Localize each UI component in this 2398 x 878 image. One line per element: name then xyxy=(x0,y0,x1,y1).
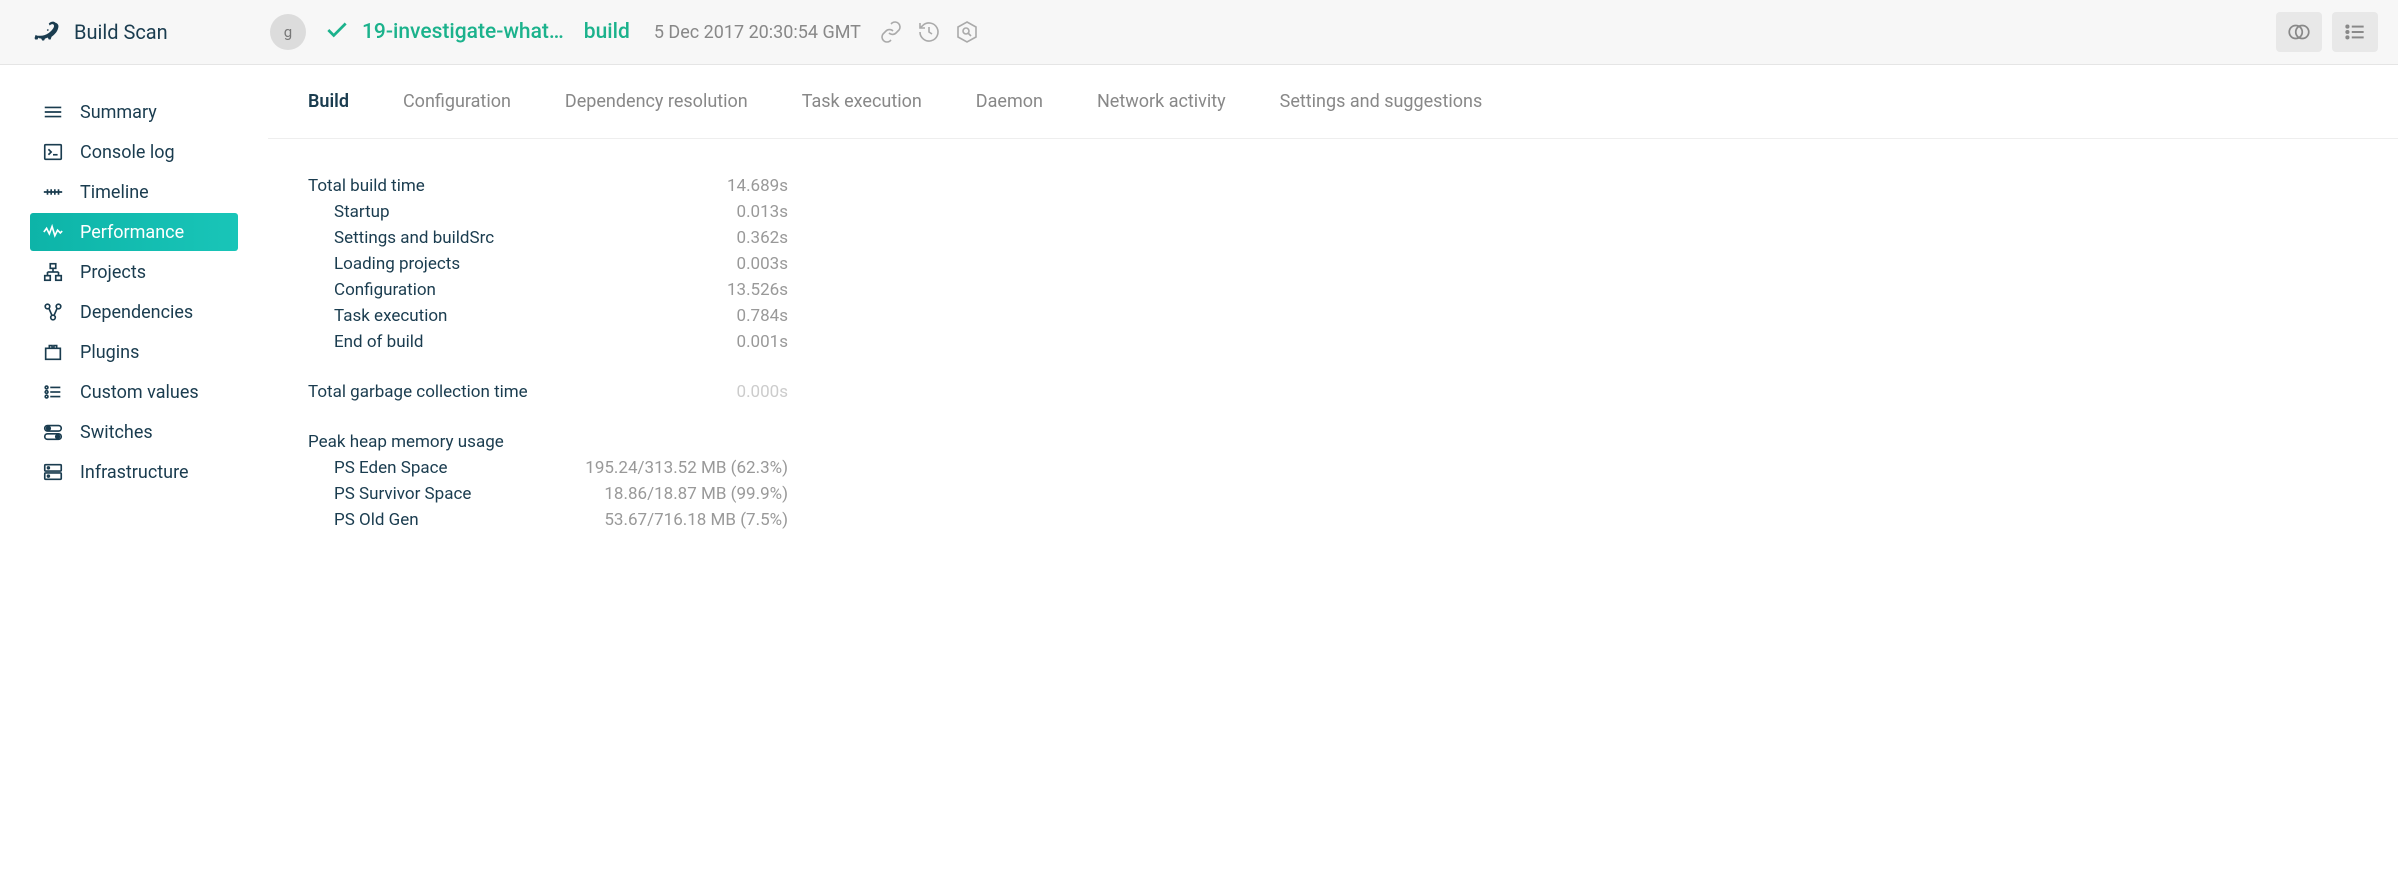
metric-label: PS Old Gen xyxy=(308,510,419,530)
metric-value: 0.362s xyxy=(737,228,788,248)
tab-daemon[interactable]: Daemon xyxy=(976,91,1043,112)
ps-eden-row: PS Eden Space 195.24/313.52 MB (62.3%) xyxy=(308,455,788,481)
sidebar-item-label: Console log xyxy=(80,142,175,163)
configuration-row: Configuration 13.526s xyxy=(308,277,788,303)
timeline-icon xyxy=(42,181,64,203)
sidebar-item-console-log[interactable]: Console log xyxy=(30,133,238,171)
branch-name[interactable]: 19-investigate-what… xyxy=(362,20,564,44)
performance-tabs: Build Configuration Dependency resolutio… xyxy=(268,65,2398,139)
sidebar: Summary Console log Timeline Performance… xyxy=(0,65,268,533)
success-check-icon xyxy=(324,17,350,47)
sidebar-item-infrastructure[interactable]: Infrastructure xyxy=(30,453,238,491)
startup-row: Startup 0.013s xyxy=(308,199,788,225)
metric-value: 13.526s xyxy=(727,280,788,300)
summary-icon xyxy=(42,101,64,123)
sidebar-item-label: Timeline xyxy=(80,182,149,203)
metric-value: 14.689s xyxy=(727,176,788,196)
metric-value: 18.86/18.87 MB (99.9%) xyxy=(604,484,788,504)
link-icon[interactable] xyxy=(879,20,903,44)
topbar: Build Scan g 19-investigate-what… build … xyxy=(0,0,2398,65)
metric-label: Peak heap memory usage xyxy=(308,432,504,452)
tab-network-activity[interactable]: Network activity xyxy=(1097,91,1226,112)
task-name[interactable]: build xyxy=(584,20,630,44)
sidebar-item-performance[interactable]: Performance xyxy=(30,213,238,251)
sidebar-item-switches[interactable]: Switches xyxy=(30,413,238,451)
end-of-build-row: End of build 0.001s xyxy=(308,329,788,355)
ps-old-gen-row: PS Old Gen 53.67/716.18 MB (7.5%) xyxy=(308,507,788,533)
total-build-time-row: Total build time 14.689s xyxy=(308,173,788,199)
switches-icon xyxy=(42,421,64,443)
metric-value: 0.003s xyxy=(737,254,788,274)
console-icon xyxy=(42,141,64,163)
sidebar-item-label: Summary xyxy=(80,102,157,123)
sidebar-item-summary[interactable]: Summary xyxy=(30,93,238,131)
peak-heap-header-row: Peak heap memory usage xyxy=(308,429,788,455)
loading-projects-row: Loading projects 0.003s xyxy=(308,251,788,277)
sidebar-item-label: Infrastructure xyxy=(80,462,189,483)
sidebar-item-custom-values[interactable]: Custom values xyxy=(30,373,238,411)
sidebar-item-plugins[interactable]: Plugins xyxy=(30,333,238,371)
tab-task-execution[interactable]: Task execution xyxy=(802,91,922,112)
list-view-button[interactable] xyxy=(2332,12,2378,52)
metric-label: PS Survivor Space xyxy=(308,484,471,504)
metrics-panel: Total build time 14.689s Startup 0.013s … xyxy=(268,139,788,533)
metric-value: 195.24/313.52 MB (62.3%) xyxy=(585,458,788,478)
dependencies-icon xyxy=(42,301,64,323)
metric-value: 53.67/716.18 MB (7.5%) xyxy=(604,510,788,530)
infrastructure-icon xyxy=(42,461,64,483)
metric-label: Startup xyxy=(308,202,390,222)
search-hex-icon[interactable] xyxy=(955,20,979,44)
metric-label: Settings and buildSrc xyxy=(308,228,494,248)
metric-label: Loading projects xyxy=(308,254,460,274)
sidebar-item-timeline[interactable]: Timeline xyxy=(30,173,238,211)
history-icon[interactable] xyxy=(917,20,941,44)
metric-value: 0.001s xyxy=(737,332,788,352)
metric-label: Total build time xyxy=(308,176,425,196)
task-execution-row: Task execution 0.784s xyxy=(308,303,788,329)
gradle-elephant-icon xyxy=(30,17,60,47)
tab-dependency-resolution[interactable]: Dependency resolution xyxy=(565,91,748,112)
ps-survivor-row: PS Survivor Space 18.86/18.87 MB (99.9%) xyxy=(308,481,788,507)
metric-value: 0.013s xyxy=(737,202,788,222)
logo-area: Build Scan xyxy=(30,17,270,47)
gc-time-row: Total garbage collection time 0.000s xyxy=(308,379,788,405)
projects-icon xyxy=(42,261,64,283)
metric-label: Task execution xyxy=(308,306,447,326)
sidebar-item-label: Dependencies xyxy=(80,302,193,323)
metric-value: 0.784s xyxy=(737,306,788,326)
metric-label: Total garbage collection time xyxy=(308,382,528,402)
tab-configuration[interactable]: Configuration xyxy=(403,91,511,112)
metric-label: Configuration xyxy=(308,280,436,300)
sidebar-item-label: Plugins xyxy=(80,342,139,363)
build-timestamp: 5 Dec 2017 20:30:54 GMT xyxy=(654,22,861,43)
compare-view-button[interactable] xyxy=(2276,12,2322,52)
sidebar-item-label: Performance xyxy=(80,222,184,243)
avatar[interactable]: g xyxy=(270,14,306,50)
sidebar-item-projects[interactable]: Projects xyxy=(30,253,238,291)
tab-build[interactable]: Build xyxy=(308,91,349,112)
performance-icon xyxy=(42,221,64,243)
metric-label: PS Eden Space xyxy=(308,458,448,478)
metric-value: 0.000s xyxy=(737,382,788,402)
sidebar-item-label: Custom values xyxy=(80,382,199,403)
sidebar-item-label: Projects xyxy=(80,262,146,283)
header-action-icons xyxy=(879,20,979,44)
main-content: Build Configuration Dependency resolutio… xyxy=(268,65,2398,533)
tab-settings-suggestions[interactable]: Settings and suggestions xyxy=(1280,91,1483,112)
view-mode-buttons xyxy=(2276,12,2378,52)
custom-values-icon xyxy=(42,381,64,403)
sidebar-item-label: Switches xyxy=(80,422,153,443)
avatar-initial: g xyxy=(284,23,292,41)
plugins-icon xyxy=(42,341,64,363)
metric-label: End of build xyxy=(308,332,423,352)
settings-buildsrc-row: Settings and buildSrc 0.362s xyxy=(308,225,788,251)
sidebar-item-dependencies[interactable]: Dependencies xyxy=(30,293,238,331)
app-title: Build Scan xyxy=(74,20,168,44)
